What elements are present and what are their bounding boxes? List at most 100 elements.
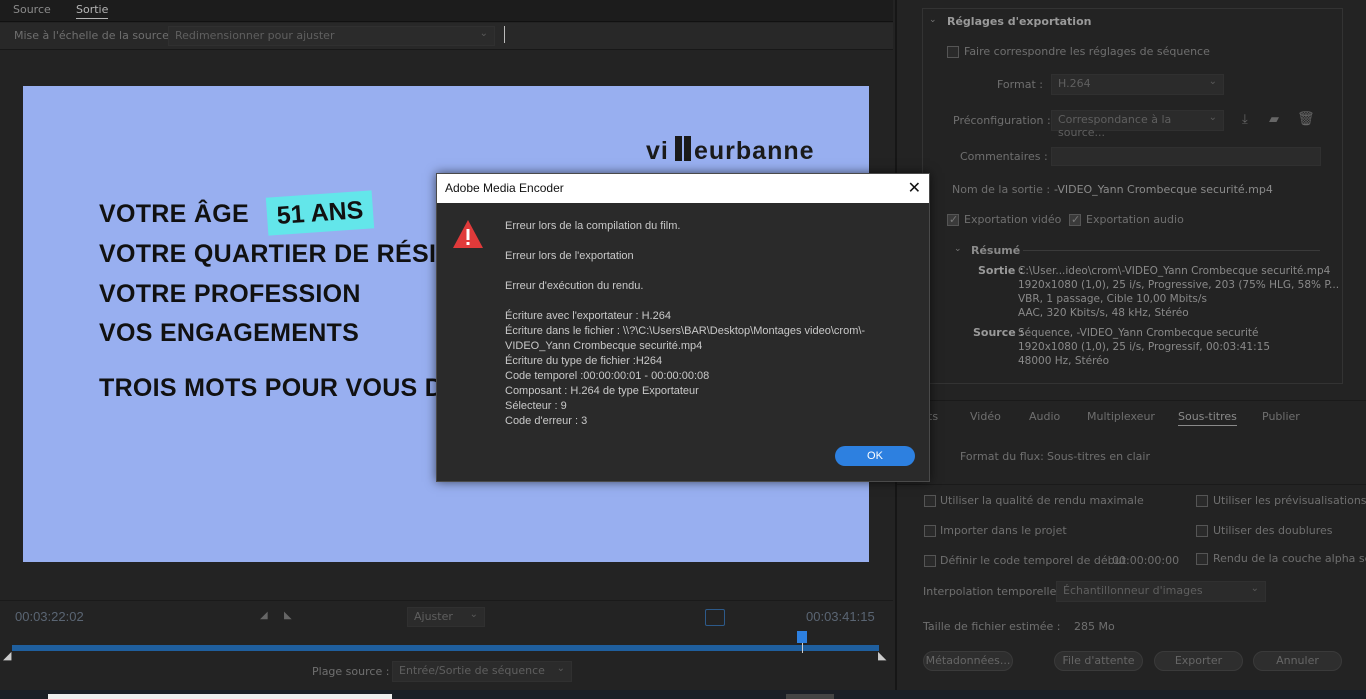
max-quality-checkbox[interactable]: [924, 495, 936, 507]
villeurbanne-logo: vi eurbanne: [646, 134, 818, 171]
close-icon[interactable]: ✕: [908, 178, 921, 197]
preview-line-engagements: VOS ENGAGEMENTS: [99, 319, 360, 347]
alpha-only-label: Rendu de la couche alpha seule: [1213, 552, 1366, 565]
current-timecode[interactable]: 00:03:22:02: [15, 609, 84, 624]
export-audio-label: Exportation audio: [1086, 213, 1184, 226]
tab-audio[interactable]: Audio: [1029, 410, 1060, 423]
warning-icon: [452, 219, 484, 252]
interpolation-value: Échantillonneur d'images: [1063, 584, 1203, 597]
file-size-label: Taille de fichier estimée :: [923, 620, 1061, 633]
save-preset-icon[interactable]: ⤓: [1242, 112, 1248, 127]
export-settings-title: Réglages d'exportation: [947, 15, 1092, 28]
file-size-value: 285 Mo: [1074, 620, 1115, 633]
max-quality-label: Utiliser la qualité de rendu maximale: [940, 494, 1144, 507]
source-range-dropdown[interactable]: Entrée/Sortie de séquence ⌄: [392, 661, 572, 682]
match-sequence-checkbox[interactable]: [947, 46, 959, 58]
start-timecode-checkbox[interactable]: [924, 555, 936, 567]
export-video-checkbox[interactable]: [947, 213, 959, 226]
settings-tabs: ts Vidéo Audio Multiplexeur Sous-titres …: [897, 400, 1366, 430]
tab-publish[interactable]: Publier: [1262, 410, 1300, 423]
stream-format-value[interactable]: Sous-titres en clair: [1047, 450, 1150, 463]
mark-in-icon[interactable]: ◢: [260, 610, 268, 621]
age-badge: 51 ANS: [265, 190, 375, 236]
preview-line-age: VOTRE ÂGE: [99, 200, 249, 228]
taskbar-item[interactable]: [48, 694, 392, 699]
use-previews-label: Utiliser les prévisualisations: [1213, 494, 1366, 507]
use-proxies-checkbox[interactable]: [1196, 525, 1208, 537]
preview-line-profession: VOTRE PROFESSION: [99, 280, 361, 308]
interpolation-label: Interpolation temporelle :: [923, 585, 1064, 598]
error-dialog: Adobe Media Encoder ✕ Erreur lors de la …: [436, 173, 930, 482]
cancel-button[interactable]: Annuler: [1253, 651, 1342, 671]
chevron-down-icon: ⌄: [469, 609, 478, 620]
summary-output-label: Sortie :: [978, 264, 1024, 277]
crop-icon[interactable]: [705, 609, 725, 626]
tab-subtitles[interactable]: Sous-titres: [1178, 410, 1237, 426]
monitor-tabbar: Source Sortie: [0, 0, 893, 22]
ok-button[interactable]: OK: [835, 446, 915, 466]
summary-output-line: C:\User...ideo\crom\-VIDEO_Yann Crombecq…: [1018, 265, 1331, 277]
import-preset-icon[interactable]: ▰: [1269, 112, 1279, 127]
preview-line-trois-mots: TROIS MOTS POUR VOUS DE: [99, 374, 461, 402]
tab-source[interactable]: Source: [13, 3, 51, 16]
timeline-scrubber[interactable]: [12, 645, 879, 651]
summary-output-line: 1920x1080 (1,0), 25 i/s, Progressive, 20…: [1018, 279, 1340, 291]
playhead-handle[interactable]: [797, 631, 807, 643]
metadata-button[interactable]: Métadonnées...: [923, 651, 1013, 671]
summary-source-line: 1920x1080 (1,0), 25 i/s, Progressif, 00:…: [1018, 341, 1271, 353]
summary-source-label: Source :: [973, 326, 1024, 339]
format-value: H.264: [1058, 77, 1091, 90]
chevron-down-icon: ⌄: [479, 28, 488, 39]
dialog-titlebar[interactable]: Adobe Media Encoder ✕: [437, 174, 929, 203]
dialog-detail: Composant : H.264 de type Exportateur: [505, 385, 699, 397]
scale-dropdown[interactable]: Redimensionner pour ajuster ⌄: [168, 26, 495, 46]
dialog-detail: Écriture dans le fichier : \\?\C:\Users\…: [505, 325, 866, 337]
tab-multiplexer[interactable]: Multiplexeur: [1087, 410, 1155, 423]
start-timecode-value[interactable]: 00:00:00:00: [1112, 554, 1179, 567]
taskbar: [0, 690, 1366, 699]
import-project-label: Importer dans le projet: [940, 524, 1067, 537]
divider: [1023, 250, 1320, 251]
alpha-only-checkbox[interactable]: [1196, 553, 1208, 565]
mark-out-icon[interactable]: ◣: [284, 610, 292, 621]
svg-text:vi: vi: [646, 137, 669, 164]
dialog-detail: Sélecteur : 9: [505, 400, 567, 412]
trash-icon[interactable]: 🗑: [1297, 111, 1315, 127]
import-project-checkbox[interactable]: [924, 525, 936, 537]
chevron-down-icon[interactable]: ⌄: [929, 15, 937, 25]
fit-dropdown[interactable]: Ajuster ⌄: [407, 607, 485, 627]
tab-output[interactable]: Sortie: [76, 3, 109, 19]
dialog-detail: Écriture du type de fichier :H264: [505, 355, 663, 367]
export-audio-checkbox[interactable]: [1069, 213, 1081, 226]
queue-button[interactable]: File d'attente: [1054, 651, 1143, 671]
divider: [897, 484, 1366, 485]
chevron-down-icon[interactable]: ⌄: [954, 244, 962, 254]
dialog-detail: Écriture avec l'exportateur : H.264: [505, 310, 671, 322]
tab-video[interactable]: Vidéo: [970, 410, 1001, 423]
use-previews-checkbox[interactable]: [1196, 495, 1208, 507]
match-sequence-label: Faire correspondre les réglages de séque…: [964, 45, 1210, 58]
comments-label: Commentaires :: [960, 150, 1048, 163]
export-button[interactable]: Exporter: [1154, 651, 1243, 671]
chevron-down-icon: ⌄: [1250, 583, 1259, 594]
preset-label: Préconfiguration :: [953, 114, 1051, 127]
dialog-message: Erreur lors de la compilation du film.: [505, 220, 681, 232]
format-dropdown[interactable]: H.264 ⌄: [1051, 74, 1224, 95]
out-point-marker-icon[interactable]: ◣: [878, 649, 886, 662]
interpolation-dropdown[interactable]: Échantillonneur d'images ⌄: [1056, 581, 1266, 602]
summary-output-line: VBR, 1 passage, Cible 10,00 Mbits/s: [1018, 293, 1207, 305]
in-point-marker-icon[interactable]: ◢: [3, 649, 11, 662]
dialog-detail: VIDEO_Yann Crombecque securité.mp4: [505, 340, 703, 352]
comments-input[interactable]: [1051, 147, 1321, 166]
preset-dropdown[interactable]: Correspondance à la source... ⌄: [1051, 110, 1224, 139]
source-range-value: Entrée/Sortie de séquence: [399, 664, 545, 677]
start-timecode-label: Définir le code temporel de début: [940, 554, 1126, 567]
summary-title: Résumé: [971, 244, 1021, 257]
taskbar-item[interactable]: [786, 694, 834, 699]
summary-source-line: Séquence, -VIDEO_Yann Crombecque securit…: [1018, 327, 1259, 339]
source-range-label: Plage source :: [312, 665, 390, 678]
scale-label: Mise à l'échelle de la source :: [14, 29, 177, 42]
chevron-down-icon: ⌄: [1208, 76, 1217, 87]
output-name-link[interactable]: -VIDEO_Yann Crombecque securité.mp4: [1054, 183, 1273, 196]
playhead-line: [802, 643, 803, 653]
